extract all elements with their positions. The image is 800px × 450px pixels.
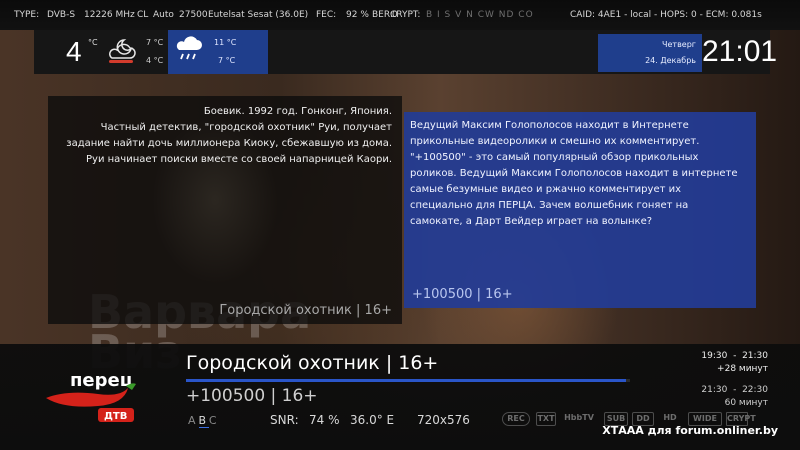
clock-time: 21:01 xyxy=(702,35,778,68)
epg-panel-current: Боевик. 1992 год. Гонконг, Япония. Частн… xyxy=(48,96,402,324)
audio-track-b[interactable]: B xyxy=(198,414,209,428)
now-end: 21:30 xyxy=(742,351,768,361)
forecast-max-temp: 11 °C xyxy=(214,38,237,47)
crypt-label: CRYPT: xyxy=(390,10,421,20)
weather-clock-strip: 4 °C 7 °C 4 °C 11 °C 7 °C Четверг 24. Де… xyxy=(34,30,778,74)
current-temperature: 4 xyxy=(66,36,82,67)
system-value: DVB-S xyxy=(47,10,76,20)
event-next-times: 21:30 - 22:30 60 минут xyxy=(701,385,768,408)
symbol-rate-value: 27500 xyxy=(179,10,208,20)
snr-label: SNR: xyxy=(270,413,299,427)
forecast-min-temp: 7 °C xyxy=(218,56,236,65)
channel-infobar: перец ДТВ Городской охотник | 16+ +10050… xyxy=(0,344,800,450)
next-event-description: Ведущий Максим Голополосов находит в Инт… xyxy=(410,120,738,227)
snr-value: 74 % xyxy=(309,413,340,427)
tech-info-bar: TYPE: DVB-S 12226 MHz CL Auto 27500 Eute… xyxy=(0,0,800,30)
satellite-name: Eutelsat Sesat (36.0E) xyxy=(208,10,309,20)
next-event-title: +100500 | 16+ xyxy=(412,287,513,302)
next-duration: 60 минут xyxy=(724,398,768,408)
channel-logo-text: перец xyxy=(70,370,133,391)
event-progress-fill xyxy=(186,379,626,382)
current-min-temp: 4 °C xyxy=(146,56,164,65)
now-start: 19:30 xyxy=(701,351,728,361)
channel-logo-sub: ДТВ xyxy=(104,411,127,422)
next-start: 21:30 xyxy=(701,385,728,395)
caid-info: CAID: 4AE1 - local - HOPS: 0 - ECM: 0.08… xyxy=(570,10,762,20)
infobar-event-now: Городской охотник | 16+ xyxy=(186,352,439,374)
event-now-times: 19:30 - 21:30 +28 минут xyxy=(701,351,768,374)
frequency-value: 12226 MHz xyxy=(84,10,135,20)
fec-label: FEC: xyxy=(316,10,337,20)
channel-logo: перец ДТВ xyxy=(46,370,136,422)
temperature-unit: °C xyxy=(88,38,98,47)
cl-label: CL xyxy=(137,10,149,20)
rain-cloud-icon xyxy=(176,36,202,60)
epg-panel-next: Ведущий Максим Голополосов находит в Инт… xyxy=(404,112,756,308)
audio-track-selector[interactable]: ABC xyxy=(188,414,220,428)
forum-credit: ХТААА для forum.onliner.by xyxy=(602,424,778,437)
hbbtv-icon: HbbTV xyxy=(564,413,594,422)
audio-track-a[interactable]: A xyxy=(188,414,199,427)
video-resolution: 720x576 xyxy=(417,413,470,427)
audio-track-c[interactable]: C xyxy=(209,414,220,427)
hd-icon: HD xyxy=(663,413,677,422)
date-box: Четверг 24. Декабрь xyxy=(598,34,702,72)
rec-icon: REC xyxy=(502,412,530,426)
signal-percent: 92 % xyxy=(346,10,369,20)
event-progress-bar xyxy=(186,379,630,382)
teletext-icon: TXT xyxy=(536,412,556,426)
weather-current: 4 °C 7 °C 4 °C xyxy=(34,30,168,74)
current-event-title: Городской охотник | 16+ xyxy=(219,303,392,318)
infobar-event-next: +100500 | 16+ xyxy=(186,386,318,406)
type-label: TYPE: xyxy=(14,10,40,20)
mode-value: Auto xyxy=(153,10,174,20)
next-end: 22:30 xyxy=(742,385,768,395)
cloudy-night-icon xyxy=(109,39,136,63)
orbital-position: 36.0° E xyxy=(350,413,395,427)
current-max-temp: 7 °C xyxy=(146,38,164,47)
current-event-description: Боевик. 1992 год. Гонконг, Япония. Частн… xyxy=(66,106,392,165)
date: 24. Декабрь xyxy=(645,56,696,65)
weather-forecast: 11 °C 7 °C xyxy=(168,30,268,74)
weekday: Четверг xyxy=(662,40,696,49)
crypt-systems: B I S V N CW ND CO xyxy=(426,10,534,20)
now-remaining: +28 минут xyxy=(717,364,768,374)
